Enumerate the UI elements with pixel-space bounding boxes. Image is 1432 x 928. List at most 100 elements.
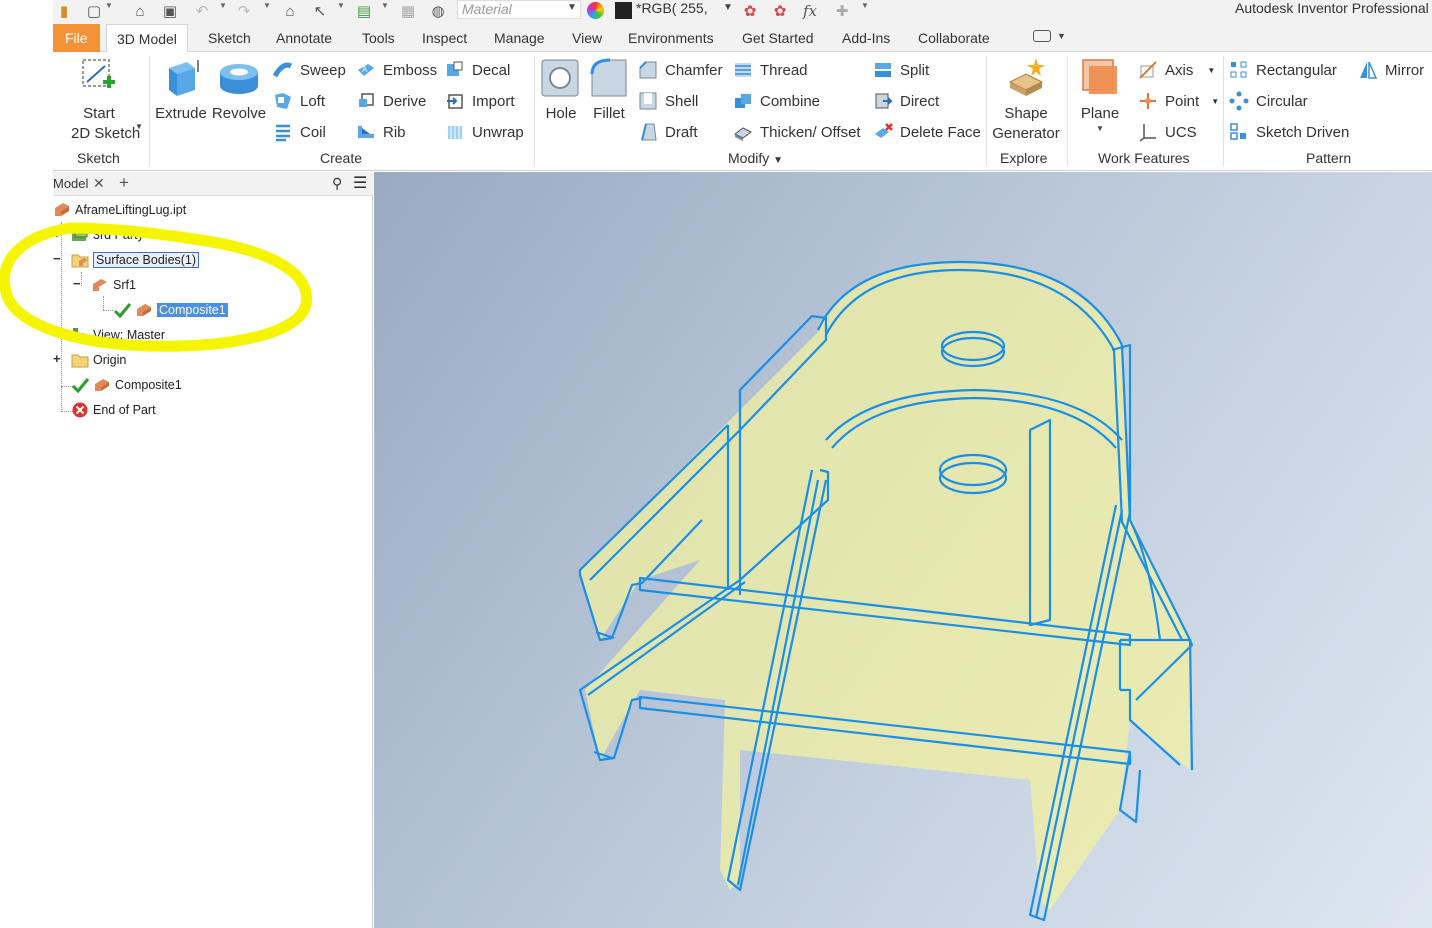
tab-3d-model[interactable]: 3D Model (106, 24, 188, 53)
add-browser-icon[interactable]: + (119, 173, 129, 193)
delete-face-button[interactable]: Delete Face (873, 122, 981, 142)
hole-button[interactable]: Hole (537, 56, 585, 124)
open-folder-icon[interactable]: ⌂ (131, 2, 149, 20)
tab-view[interactable]: View (570, 24, 604, 52)
tab-manage[interactable]: Manage (492, 24, 547, 52)
appearance-swatch-icon[interactable] (615, 2, 632, 19)
tab-add-ins[interactable]: Add-Ins (840, 24, 892, 52)
unwrap-button[interactable]: Unwrap (445, 122, 524, 142)
browser-tab-model[interactable]: Model (53, 176, 88, 191)
ribbon-display-caret-icon[interactable]: ▼ (1057, 31, 1066, 41)
tree-node-srf1[interactable]: Srf1 (91, 277, 136, 293)
material-caret-icon[interactable]: ▼ (567, 2, 577, 13)
point-button[interactable]: Point ▼ (1138, 91, 1219, 111)
combine-button[interactable]: Combine (733, 91, 820, 111)
axis-button[interactable]: Axis ▼ (1138, 60, 1215, 80)
circular-pattern-button[interactable]: Circular (1229, 91, 1308, 111)
tab-inspect[interactable]: Inspect (420, 24, 469, 52)
add-icon[interactable]: ✚ (833, 2, 851, 20)
coil-button[interactable]: Coil (273, 122, 326, 142)
redo-caret-icon[interactable]: ▼ (263, 1, 271, 10)
clear-appearance-icon[interactable]: ✿ (771, 2, 789, 20)
import-button[interactable]: Import (445, 91, 515, 111)
tab-collaborate[interactable]: Collaborate (916, 24, 992, 52)
expand-origin-icon[interactable]: + (53, 351, 61, 366)
expand-3rd-party-icon[interactable]: + (53, 226, 61, 241)
material-icon[interactable]: ◍ (429, 2, 447, 20)
shell-button[interactable]: Shell (638, 91, 698, 111)
shape-generator-button[interactable]: Shape Generator (989, 56, 1063, 144)
thicken-offset-button[interactable]: Thicken/ Offset (733, 122, 861, 142)
direct-button[interactable]: Direct (873, 91, 939, 111)
surface-bodies-label: Surface Bodies(1) (93, 252, 200, 268)
thread-button[interactable]: Thread (733, 60, 808, 80)
browser-menu-icon[interactable]: ☰ (353, 173, 367, 193)
material-dropdown[interactable]: Material (457, 0, 581, 19)
appearance-caret-icon[interactable]: ▼ (723, 2, 733, 13)
collapse-surface-bodies-icon[interactable]: − (53, 251, 61, 266)
update-caret-icon[interactable]: ▼ (381, 1, 389, 10)
tree-node-composite-child[interactable]: Composite1 (113, 302, 228, 318)
fillet-button[interactable]: Fillet (585, 56, 633, 124)
plane-caret-icon[interactable]: ▼ (1096, 124, 1104, 133)
split-button[interactable]: Split (873, 60, 929, 80)
sweep-button[interactable]: Sweep (273, 60, 346, 80)
loft-button[interactable]: Loft (273, 91, 325, 111)
search-icon[interactable]: ⚲ (332, 175, 342, 192)
appearance-dropdown[interactable]: *RGB( 255, (636, 0, 708, 16)
extrude-button[interactable]: Extrude (153, 56, 209, 124)
tree-node-composite[interactable]: Composite1 (71, 377, 182, 393)
plane-button[interactable]: Plane (1075, 56, 1125, 124)
new-file-icon[interactable]: ▢ (85, 2, 103, 20)
start-2d-sketch-button[interactable]: Start 2D Sketch (71, 56, 140, 144)
graphics-viewport[interactable] (374, 172, 1432, 928)
undo-caret-icon[interactable]: ▼ (219, 1, 227, 10)
tree-node-surface-bodies[interactable]: Surface Bodies(1) (71, 252, 200, 268)
tab-annotate[interactable]: Annotate (274, 24, 334, 52)
collapse-srf1-icon[interactable]: − (73, 276, 81, 291)
select-icon[interactable]: ↖ (311, 2, 329, 20)
mirror-button[interactable]: Mirror (1358, 60, 1424, 80)
save-icon[interactable]: ▣ (161, 2, 179, 20)
sketch-driven-pattern-button[interactable]: Sketch Driven (1229, 122, 1349, 142)
rib-button[interactable]: Rib (356, 122, 406, 142)
update-icon[interactable]: ▤ (355, 2, 373, 20)
emboss-button[interactable]: A Emboss (356, 60, 437, 80)
expand-view-icon[interactable]: + (53, 326, 61, 341)
tab-get-started[interactable]: Get Started (740, 24, 816, 52)
undo-icon[interactable]: ↶ (193, 2, 211, 20)
measure-icon[interactable]: ▦ (399, 2, 417, 20)
tab-environments[interactable]: Environments (626, 24, 716, 52)
redo-icon[interactable]: ↷ (235, 2, 253, 20)
parameters-icon[interactable]: fx (801, 2, 819, 20)
color-wheel-icon[interactable] (587, 2, 604, 19)
tree-node-end-of-part[interactable]: End of Part (71, 402, 156, 418)
tab-file[interactable]: File (53, 24, 100, 52)
ucs-button[interactable]: UCS (1138, 122, 1197, 142)
select-caret-icon[interactable]: ▼ (337, 1, 345, 10)
decal-button[interactable]: Decal (445, 60, 510, 80)
draft-button[interactable]: Draft (638, 122, 698, 142)
tree-node-view-master[interactable]: View: Master (71, 327, 165, 343)
panel-separator (1223, 56, 1224, 166)
home-icon[interactable]: ⌂ (281, 2, 299, 20)
3d-model-wireframe[interactable] (374, 172, 1432, 928)
tab-tools[interactable]: Tools (360, 24, 397, 52)
tree-node-root[interactable]: AframeLiftingLug.ipt (53, 202, 186, 218)
tab-sketch[interactable]: Sketch (206, 24, 253, 52)
app-logo-icon[interactable]: ▮ (55, 2, 73, 20)
derive-button[interactable]: Derive (356, 91, 426, 111)
plane-label: Plane (1080, 105, 1120, 122)
adjust-appearance-icon[interactable]: ✿ (741, 2, 759, 20)
panel-label-modify[interactable]: Modify ▼ (728, 150, 783, 166)
close-icon[interactable]: ✕ (93, 175, 105, 192)
start-sketch-caret-icon[interactable]: ▼ (135, 122, 143, 131)
new-file-caret-icon[interactable]: ▼ (105, 1, 113, 10)
rectangular-pattern-button[interactable]: Rectangular (1229, 60, 1337, 80)
chamfer-button[interactable]: Chamfer (638, 60, 723, 80)
customize-caret-icon[interactable]: ▼ (861, 1, 869, 10)
tree-node-origin[interactable]: Origin (71, 352, 126, 368)
ribbon-display-options-icon[interactable] (1033, 30, 1051, 42)
revolve-button[interactable]: Revolve (211, 56, 267, 124)
tree-node-3rd-party[interactable]: 3rd Party (71, 227, 144, 243)
